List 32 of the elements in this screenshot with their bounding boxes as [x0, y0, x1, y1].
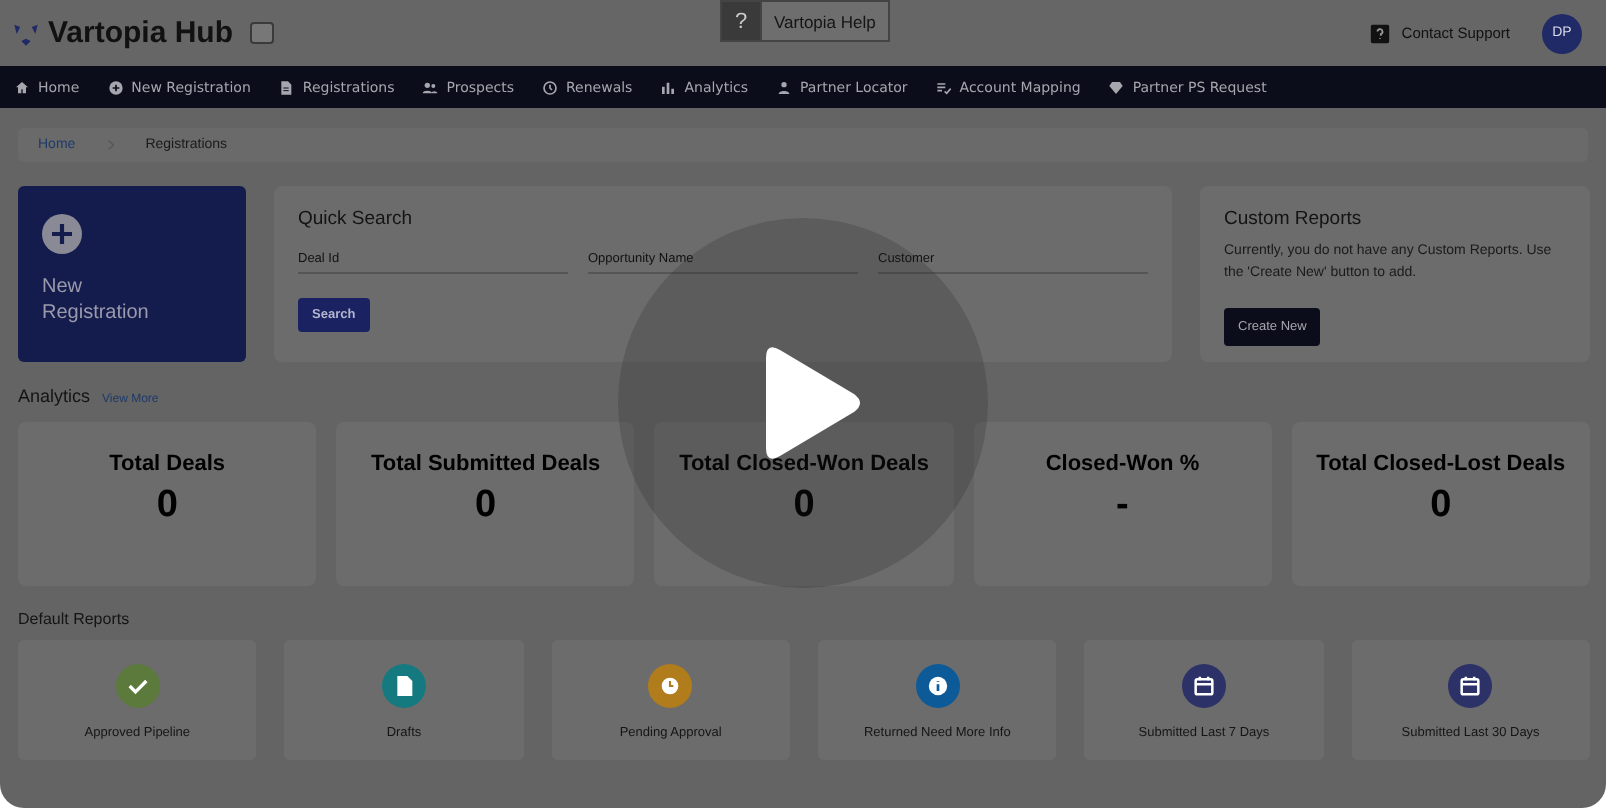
- card-title: Quick Search: [298, 208, 415, 230]
- stat-label: Total Submitted Deals: [370, 452, 601, 476]
- help-label[interactable]: Vartopia Help: [760, 2, 888, 40]
- person-pin-icon: [776, 79, 793, 95]
- stat-value: 0: [1430, 484, 1452, 528]
- plus-circle-icon: [42, 214, 82, 254]
- list-check-icon: [935, 79, 952, 95]
- help-badge-icon[interactable]: ?: [722, 2, 760, 40]
- people-icon: [422, 79, 439, 95]
- stat-value: 0: [475, 484, 497, 528]
- section-title: Analytics: [18, 386, 91, 406]
- new-registration-tile[interactable]: New Registration: [18, 186, 246, 362]
- bar-chart-icon: [660, 79, 677, 95]
- tile-label: New Registration: [42, 274, 151, 326]
- card-title: Custom Reports: [1224, 208, 1364, 230]
- diamond-icon: [1108, 79, 1125, 95]
- home-icon: [14, 79, 30, 95]
- stat-label: Total Deals: [109, 452, 226, 476]
- logo-icon: [12, 19, 40, 47]
- help-icon: [1369, 23, 1390, 43]
- section-title: Default Reports: [18, 610, 132, 628]
- plus-circle-icon: [107, 79, 124, 95]
- stat-value: 0: [793, 484, 815, 528]
- sidebar-toggle-button[interactable]: [249, 22, 274, 44]
- document-icon: [278, 79, 295, 95]
- stat-label: Total Closed-Won Deals: [679, 452, 929, 476]
- stat-label: Closed-Won %: [1045, 452, 1200, 476]
- clock-icon: [542, 79, 558, 95]
- stat-value: -: [1116, 484, 1129, 528]
- app-title: Vartopia Hub: [48, 16, 234, 50]
- stat-value: 0: [156, 484, 178, 528]
- stat-label: Total Closed-Lost Deals: [1316, 452, 1566, 476]
